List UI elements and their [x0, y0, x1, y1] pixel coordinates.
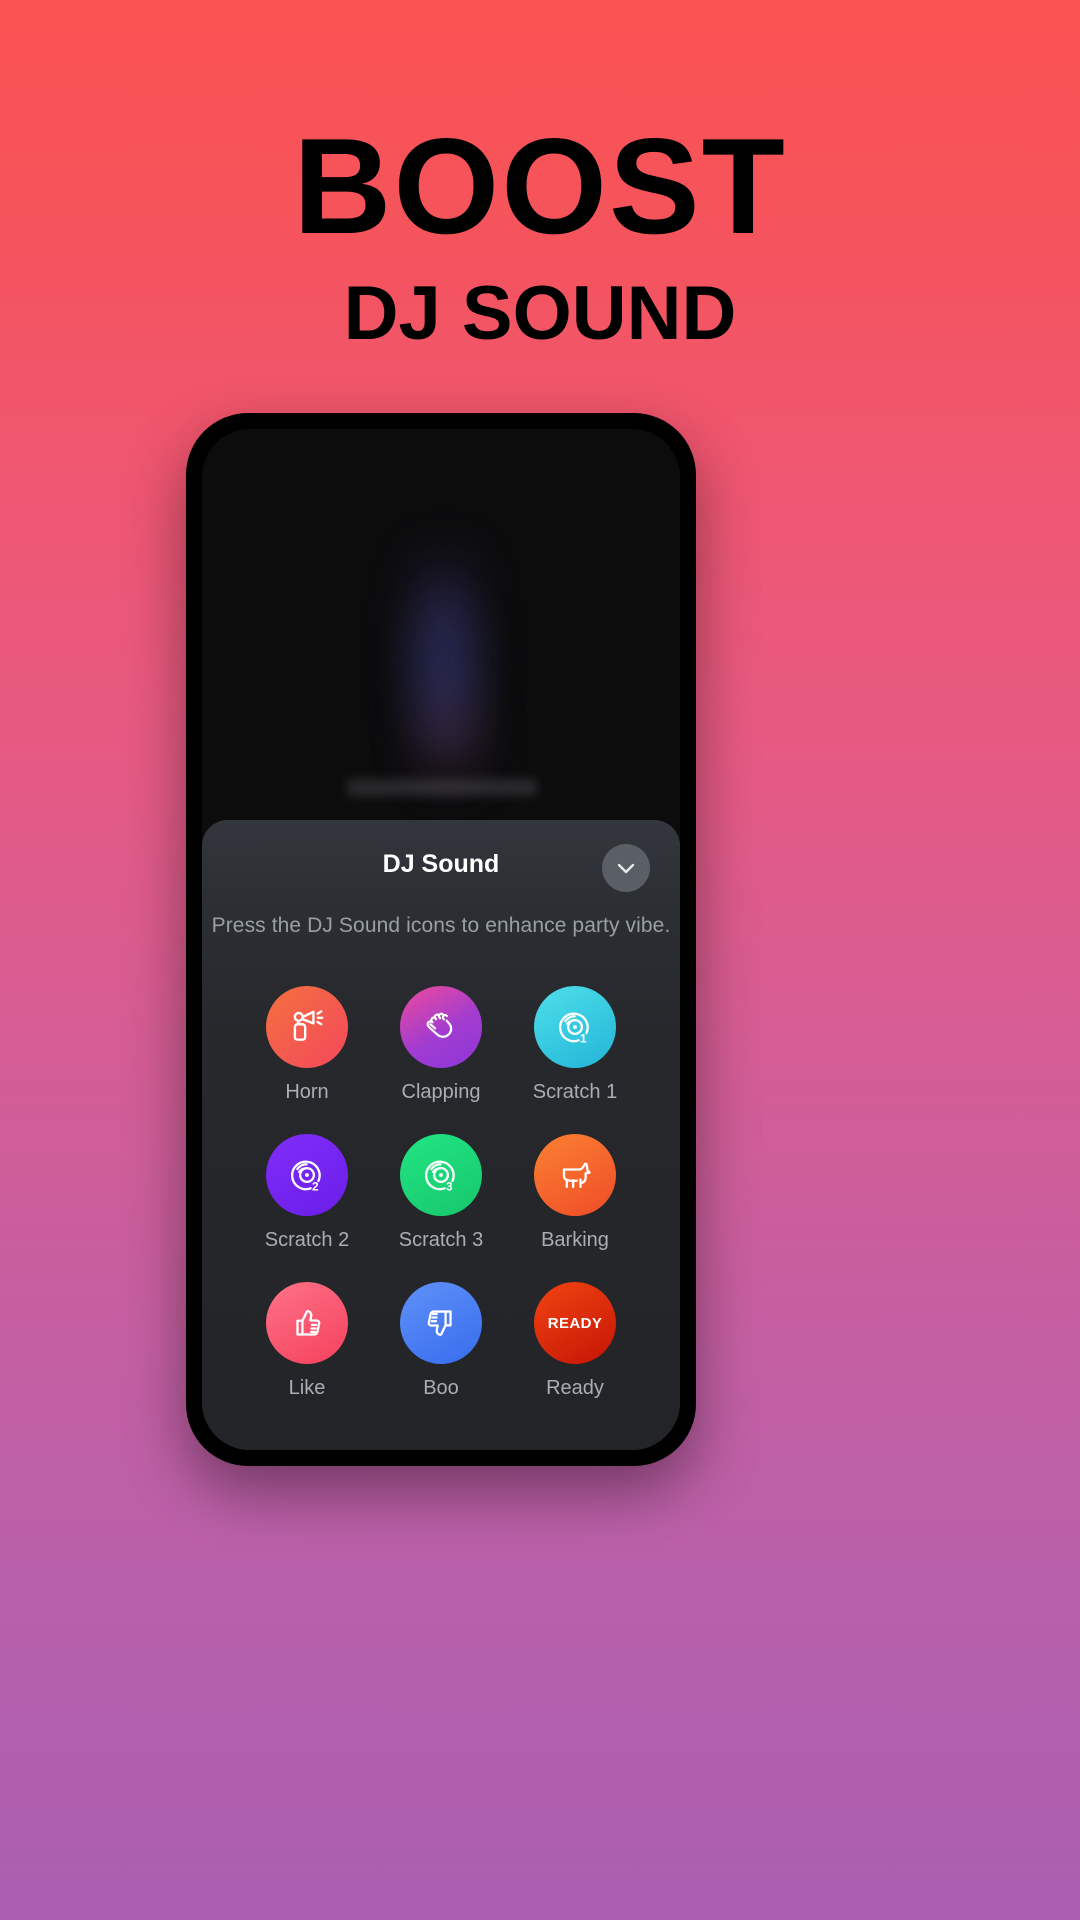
sound-button-scratch-2[interactable]: 2 Scratch 2: [240, 1134, 374, 1250]
ready-label: READY: [547, 1314, 603, 1332]
badge-number: 3: [446, 1180, 453, 1194]
sound-button-scratch-1[interactable]: 1 Scratch 1: [508, 986, 642, 1102]
sheet-description: Press the DJ Sound icons to enhance part…: [211, 914, 671, 937]
dj-sound-bottom-sheet: DJ Sound Press the DJ Sound icons to enh…: [202, 820, 680, 1450]
sound-button-scratch-3[interactable]: 3 Scratch 3: [374, 1134, 508, 1250]
sound-button-ready[interactable]: READY Ready: [508, 1282, 642, 1398]
sheet-header: DJ Sound: [202, 820, 680, 912]
vinyl-record-2-icon: 2: [266, 1134, 348, 1216]
clapping-hands-icon: [400, 986, 482, 1068]
phone-screen: DJ Sound Press the DJ Sound icons to enh…: [202, 429, 680, 1450]
sound-label: Scratch 1: [532, 1081, 618, 1103]
sound-label: Clapping: [401, 1081, 481, 1103]
background-artwork-blob: [420, 559, 468, 759]
horn-icon: [266, 986, 348, 1068]
sound-label: Like: [288, 1377, 326, 1399]
dog-icon: [534, 1134, 616, 1216]
sound-button-barking[interactable]: Barking: [508, 1134, 642, 1250]
background-artwork-blob: [428, 609, 462, 719]
phone-mockup: DJ Sound Press the DJ Sound icons to enh…: [186, 413, 696, 1466]
sound-label: Scratch 2: [264, 1229, 350, 1251]
sound-label: Scratch 3: [398, 1229, 484, 1251]
promo-title: BOOST: [293, 110, 787, 262]
promo-screenshot: BOOST DJ SOUND DJ Sound Press the DJ Sou…: [0, 0, 1080, 1920]
sound-label: Boo: [423, 1377, 459, 1399]
sound-label: Barking: [541, 1229, 609, 1251]
chevron-down-icon[interactable]: [602, 844, 650, 892]
sound-button-boo[interactable]: Boo: [374, 1282, 508, 1398]
sound-button-like[interactable]: Like: [240, 1282, 374, 1398]
promo-subtitle: DJ SOUND: [343, 271, 737, 356]
sound-grid: Horn Clapping 1 Scratch 1 2 Scratch 2 3 …: [202, 986, 680, 1398]
background-artwork-blob: [424, 697, 476, 777]
ready-badge-icon: READY: [534, 1282, 616, 1364]
sound-button-horn[interactable]: Horn: [240, 986, 374, 1102]
thumbs-up-icon: [266, 1282, 348, 1364]
sound-button-clapping[interactable]: Clapping: [374, 986, 508, 1102]
badge-number: 2: [312, 1180, 319, 1194]
sound-label: Horn: [285, 1081, 329, 1103]
vinyl-record-1-icon: 1: [534, 986, 616, 1068]
vinyl-record-3-icon: 3: [400, 1134, 482, 1216]
badge-number: 1: [580, 1032, 587, 1046]
promo-headline: BOOST DJ SOUND: [0, 118, 1080, 352]
sound-label: Ready: [546, 1377, 604, 1399]
thumbs-down-icon: [400, 1282, 482, 1364]
background-track-title-blur: [347, 779, 537, 796]
